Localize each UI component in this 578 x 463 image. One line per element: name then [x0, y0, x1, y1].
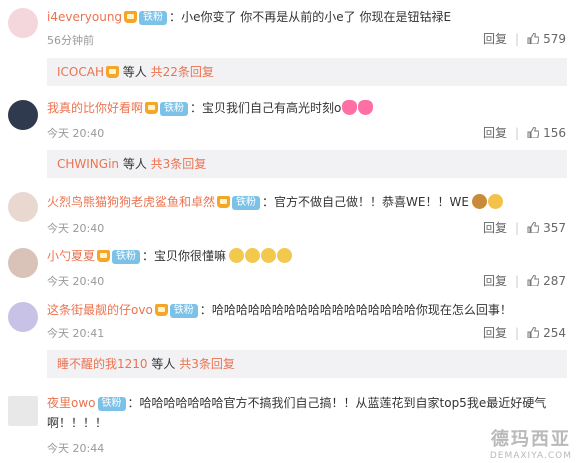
thumbs-up-icon — [527, 275, 540, 286]
comment-actions: 回复 | 579 — [483, 32, 566, 46]
avatar[interactable] — [8, 100, 38, 130]
like-button[interactable]: 254 — [527, 326, 566, 340]
reply-button[interactable]: 回复 — [483, 32, 507, 46]
comment-item: i4everyoung 铁粉 ：小e你变了 你不再是从前的小e了 你现在是钮钴禄E … — [0, 0, 578, 58]
comment-text: 宝贝我们自己有高光时刻o — [202, 101, 342, 115]
comment-line: i4everyoung 铁粉 ：小e你变了 你不再是从前的小e了 你现在是钮钴禄E — [47, 10, 452, 25]
comment-line: 火烈鸟熊猫狗狗老虎鲨鱼和卓然 铁粉 ：官方不做自己做！！恭喜WE！！WE — [47, 193, 503, 211]
comment-time: 56分钟前 — [47, 34, 94, 47]
username-link[interactable]: 火烈鸟熊猫狗狗老虎鲨鱼和卓然 — [47, 195, 215, 209]
fan-badge: 铁粉 — [160, 102, 189, 116]
comment-item: 这条街最靓的仔ovo 铁粉 ：哈哈哈哈哈哈哈哈哈哈哈哈哈哈哈哈哈你现在怎么回事！ 今… — [0, 296, 578, 346]
comment-text: 小e你变了 你不再是从前的小e了 你现在是钮钴禄E — [181, 10, 452, 24]
reply-button[interactable]: 回复 — [483, 221, 507, 235]
comment-text-continued: 啊！！！！ — [47, 416, 108, 430]
sub-reply-users[interactable]: CHWINGin — [57, 157, 119, 171]
thumbs-up-icon — [527, 327, 540, 338]
comment-item: 我真的比你好看啊 铁粉 ：宝贝我们自己有高光时刻o 今天 20:40 回复 | 156 — [0, 96, 578, 146]
crown-icon — [124, 11, 138, 23]
like-count: 287 — [543, 274, 566, 288]
like-button[interactable]: 357 — [527, 221, 566, 235]
comment-line: 这条街最靓的仔ovo 铁粉 ：哈哈哈哈哈哈哈哈哈哈哈哈哈哈哈哈哈你现在怎么回事！ — [47, 303, 512, 318]
comment-item: 小勺夏夏 铁粉 ：宝贝你很懂嘛 今天 20:40 回复 | 287 — [0, 242, 578, 292]
fan-badge: 铁粉 — [169, 304, 198, 318]
fan-badge: 铁粉 — [112, 250, 141, 264]
watermark-title: 德玛西亚 — [490, 429, 571, 450]
thumbs-up-icon — [527, 127, 540, 138]
sub-reply-connector: 等人 — [119, 157, 151, 171]
username-link[interactable]: 我真的比你好看啊 — [47, 101, 143, 115]
watermark-url: DEMAXIYA.COM — [489, 451, 572, 461]
tiger-emoji-icon — [471, 194, 487, 209]
avatar[interactable] — [8, 248, 38, 278]
like-count: 254 — [543, 326, 566, 340]
comment-actions: 回复 | 156 — [483, 126, 566, 140]
heart-emoji-icon — [342, 100, 358, 115]
comment-time: 今天 20:41 — [47, 327, 105, 340]
comment-time: 今天 20:40 — [47, 127, 105, 140]
fan-badge: 铁粉 — [97, 397, 126, 411]
doge-emoji-icon — [261, 248, 277, 263]
fan-badge: 铁粉 — [139, 11, 168, 25]
like-count: 579 — [543, 32, 566, 46]
comment-time: 今天 20:44 — [47, 442, 105, 455]
comment-line: 夜里owo 铁粉 ：哈哈哈哈哈哈哈官方不搞我们自己搞！！从蓝莲花到自家top5我e最… — [47, 396, 547, 411]
like-count: 156 — [543, 126, 566, 140]
comment-line: 我真的比你好看啊 铁粉 ：宝贝我们自己有高光时刻o — [47, 99, 374, 117]
comment-text: 哈哈哈哈哈哈哈官方不搞我们自己搞！！从蓝莲花到自家top5我e最近好硬气 — [139, 396, 547, 410]
comment-text: 宝贝你很懂嘛 — [154, 249, 227, 263]
beer-emoji-icon — [487, 194, 503, 209]
sub-reply-connector: 等人 — [118, 65, 151, 79]
username-link[interactable]: i4everyoung — [47, 10, 122, 24]
crown-icon — [154, 304, 168, 316]
sub-reply-users[interactable]: ICOCAH — [57, 65, 104, 79]
comment-text: 哈哈哈哈哈哈哈哈哈哈哈哈哈哈哈哈哈你现在怎么回事！ — [211, 303, 512, 317]
avatar[interactable] — [8, 8, 38, 38]
avatar[interactable] — [8, 396, 38, 426]
like-count: 357 — [543, 221, 566, 235]
comment-time: 今天 20:40 — [47, 275, 105, 288]
reply-button[interactable]: 回复 — [483, 126, 507, 140]
crown-icon — [145, 102, 159, 114]
reply-button[interactable]: 回复 — [483, 326, 507, 340]
heart-emoji-icon — [358, 100, 374, 115]
crown-icon — [217, 196, 231, 208]
crown-icon — [105, 66, 119, 78]
doge-emoji-icon — [245, 248, 261, 263]
comment-time: 今天 20:40 — [47, 222, 105, 235]
crown-icon — [97, 250, 111, 262]
sub-reply-count[interactable]: 共3条回复 — [179, 357, 235, 371]
sub-reply-count[interactable]: 共3条回复 — [151, 157, 207, 171]
doge-emoji-icon — [229, 248, 245, 263]
username-link[interactable]: 这条街最靓的仔ovo — [47, 303, 153, 317]
comment-actions: 回复 | 287 — [483, 274, 566, 288]
doge-emoji-icon — [277, 248, 293, 263]
like-button[interactable]: 579 — [527, 32, 566, 46]
sub-reply-bar[interactable]: 睡不醒的我1210 等人 共3条回复 — [47, 350, 567, 378]
thumbs-up-icon — [527, 33, 540, 44]
avatar[interactable] — [8, 302, 38, 332]
sub-reply-connector: 等人 — [147, 357, 180, 371]
sub-reply-bar[interactable]: ICOCAH 等人 共22条回复 — [47, 58, 567, 86]
sub-reply-users[interactable]: 睡不醒的我1210 — [57, 357, 148, 371]
like-button[interactable]: 156 — [527, 126, 566, 140]
sub-reply-count[interactable]: 共22条回复 — [151, 65, 214, 79]
sub-reply-bar[interactable]: CHWINGin 等人 共3条回复 — [47, 150, 567, 178]
fan-badge: 铁粉 — [232, 196, 261, 210]
comment-line: 小勺夏夏 铁粉 ：宝贝你很懂嘛 — [47, 247, 293, 265]
like-button[interactable]: 287 — [527, 274, 566, 288]
avatar[interactable] — [8, 192, 38, 222]
username-link[interactable]: 夜里owo — [47, 396, 96, 410]
comment-actions: 回复 | 254 — [483, 326, 566, 340]
thumbs-up-icon — [527, 222, 540, 233]
username-link[interactable]: 小勺夏夏 — [47, 249, 95, 263]
reply-button[interactable]: 回复 — [483, 274, 507, 288]
comment-actions: 回复 | 357 — [483, 221, 566, 235]
watermark-logo: 德玛西亚 DEMAXIYA.COM — [490, 425, 572, 461]
comment-item: 火烈鸟熊猫狗狗老虎鲨鱼和卓然 铁粉 ：官方不做自己做！！恭喜WE！！WE 今天 20… — [0, 188, 578, 238]
comment-text: 官方不做自己做！！恭喜WE！！WE — [274, 195, 469, 209]
